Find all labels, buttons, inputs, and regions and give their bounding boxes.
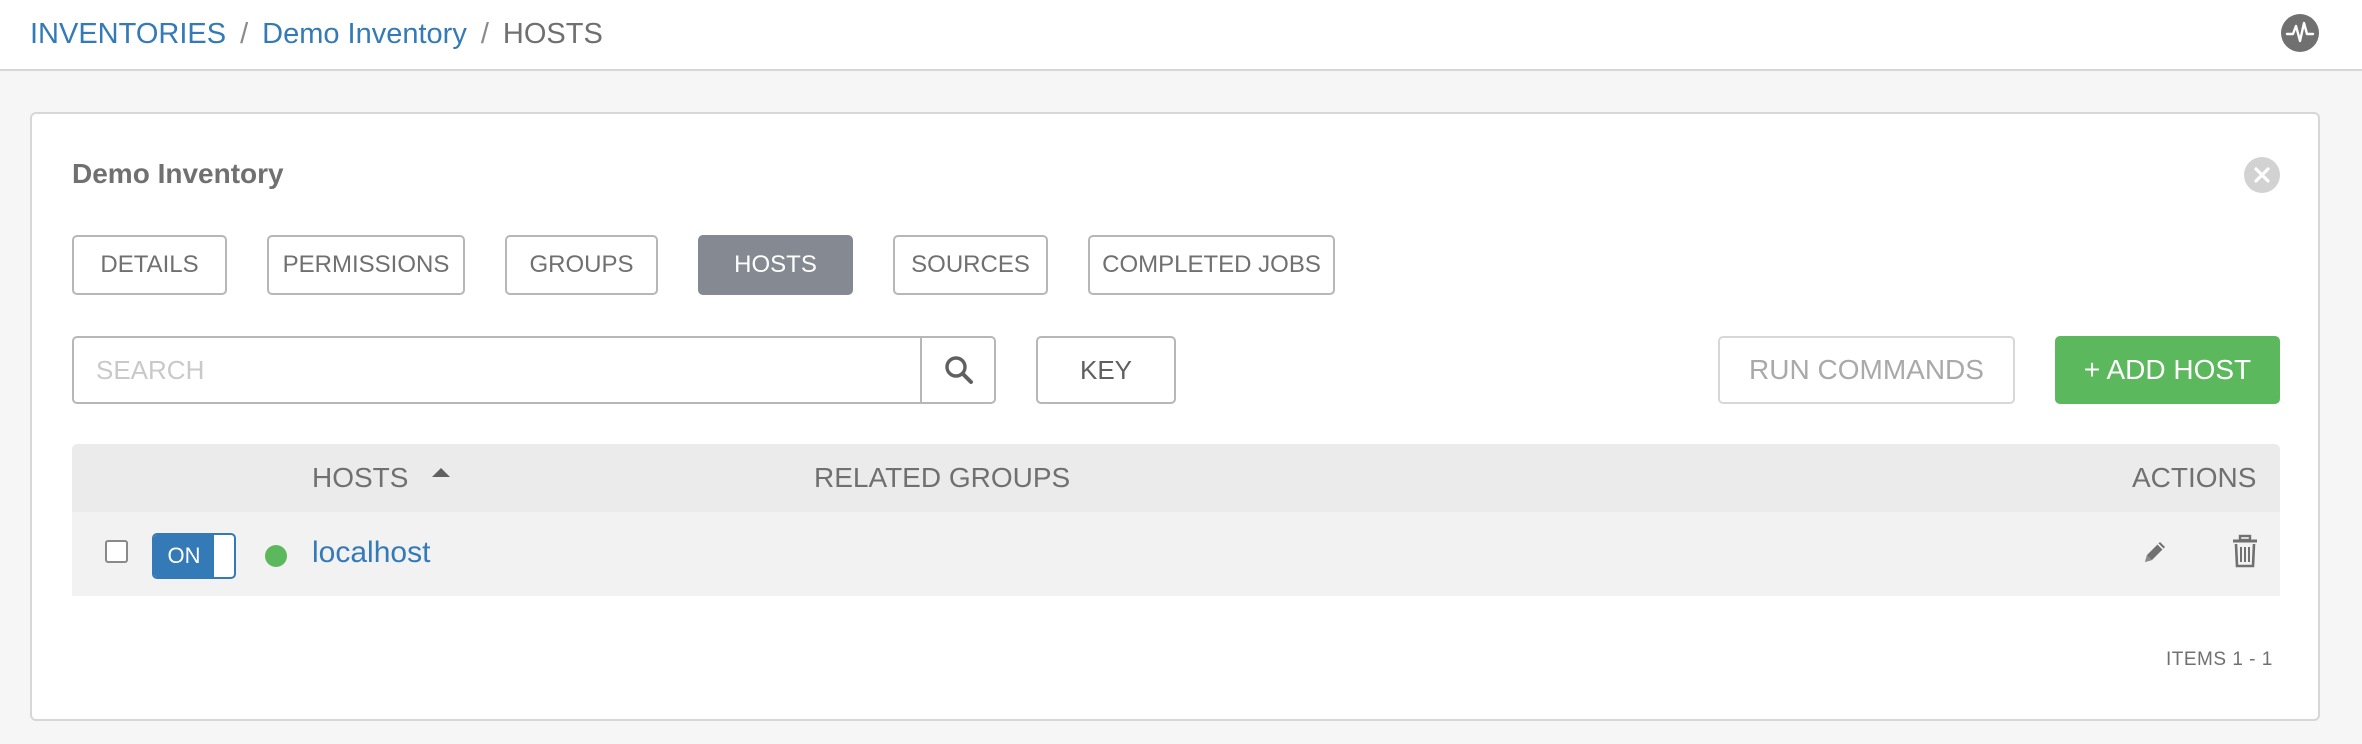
add-host-button[interactable]: + ADD HOST <box>2055 336 2280 404</box>
top-bar: INVENTORIES / Demo Inventory / HOSTS <box>0 0 2362 71</box>
table-header: HOSTS RELATED GROUPS ACTIONS <box>72 444 2280 512</box>
pagination-items-count: ITEMS 1 - 1 <box>2166 649 2273 670</box>
breadcrumb-inventories[interactable]: INVENTORIES <box>30 18 226 51</box>
row-checkbox[interactable] <box>105 540 128 563</box>
inventory-panel: Demo Inventory DETAILS PERMISSIONS GROUP… <box>30 112 2320 721</box>
breadcrumb-inventory-name[interactable]: Demo Inventory <box>262 18 467 51</box>
key-button[interactable]: KEY <box>1036 336 1176 404</box>
toggle-on-label: ON <box>154 535 214 577</box>
search-input[interactable] <box>74 338 920 402</box>
host-name-link[interactable]: localhost <box>312 536 430 570</box>
breadcrumb: INVENTORIES / Demo Inventory / HOSTS <box>30 17 603 51</box>
host-enabled-toggle[interactable]: ON <box>152 533 236 579</box>
column-header-hosts-label: HOSTS <box>312 462 409 493</box>
breadcrumb-separator: / <box>480 17 489 50</box>
delete-icon[interactable] <box>2230 534 2260 570</box>
tab-completed-jobs[interactable]: COMPLETED JOBS <box>1088 235 1335 295</box>
breadcrumb-current: HOSTS <box>502 17 603 50</box>
column-header-actions: ACTIONS <box>2132 462 2257 493</box>
search-button[interactable] <box>920 338 994 402</box>
panel-title: Demo Inventory <box>72 158 284 189</box>
sort-ascending-icon <box>432 467 451 477</box>
search-box <box>72 336 996 404</box>
tab-sources[interactable]: SOURCES <box>893 235 1048 295</box>
edit-icon[interactable] <box>2139 536 2171 568</box>
close-icon[interactable] <box>2244 157 2280 193</box>
column-header-related-groups: RELATED GROUPS <box>814 462 1071 493</box>
column-header-hosts[interactable]: HOSTS <box>312 444 451 512</box>
tab-groups[interactable]: GROUPS <box>505 235 658 295</box>
tab-details[interactable]: DETAILS <box>72 235 227 295</box>
activity-stream-icon[interactable] <box>2281 14 2319 52</box>
run-commands-button[interactable]: RUN COMMANDS <box>1718 336 2015 404</box>
tab-permissions[interactable]: PERMISSIONS <box>267 235 465 295</box>
breadcrumb-separator: / <box>240 17 249 50</box>
tab-hosts[interactable]: HOSTS <box>698 235 853 295</box>
table-row: ON localhost <box>72 512 2280 596</box>
host-status-icon <box>265 545 287 567</box>
